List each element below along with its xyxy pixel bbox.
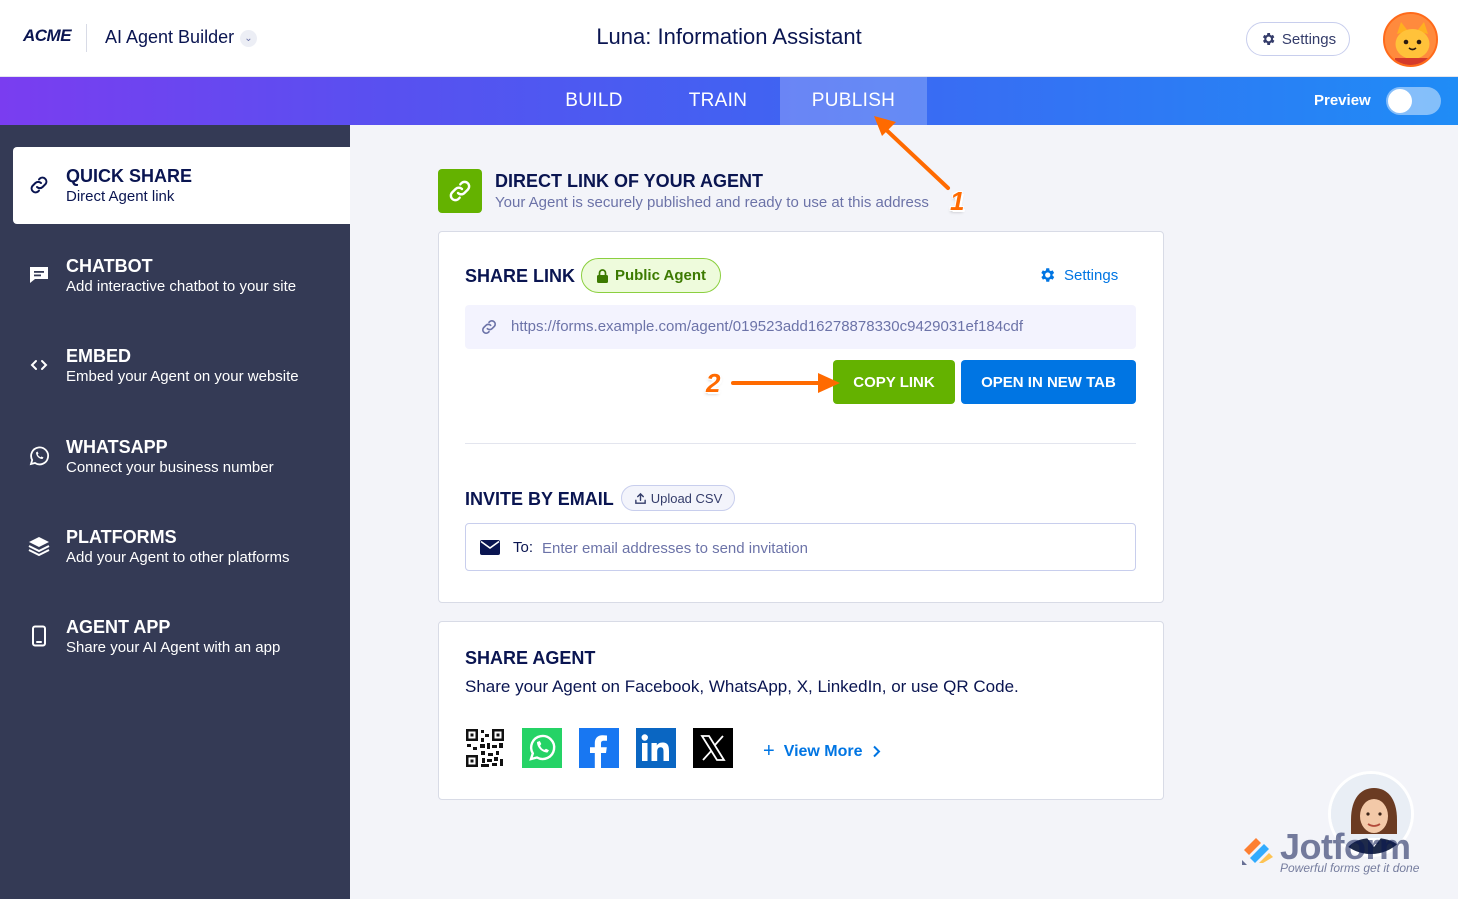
sidebar-item-title: AGENT APP (66, 617, 171, 637)
sidebar-item-quick-share[interactable]: QUICK SHARE Direct Agent link (13, 147, 350, 224)
preview-toggle[interactable] (1386, 87, 1441, 115)
sidebar-item-title: WHATSAPP (66, 437, 168, 457)
annotation-arrow-1 (874, 116, 950, 190)
upload-csv-label: Upload CSV (650, 490, 723, 506)
sidebar-item-title: QUICK SHARE (66, 166, 193, 186)
share-agent-title: SHARE AGENT (465, 648, 596, 668)
direct-link-badge (438, 169, 482, 213)
sidebar-item-title: CHATBOT (66, 256, 153, 276)
email-invite-field[interactable]: To: (465, 523, 1136, 571)
code-icon (30, 360, 48, 370)
open-in-new-tab-button[interactable]: OPEN IN NEW TAB (961, 360, 1136, 404)
gear-icon (1262, 33, 1275, 45)
email-to-label: To: (513, 539, 534, 556)
qr-code-icon[interactable] (465, 728, 505, 768)
sidebar-item-embed[interactable]: EMBED Embed your Agent on your website (13, 327, 350, 404)
toggle-knob (1388, 89, 1412, 113)
annotation-step-1: 1 (950, 186, 965, 216)
chevron-right-icon (872, 745, 880, 758)
sidebar-item-platforms[interactable]: PLATFORMS Add your Agent to other platfo… (13, 508, 350, 585)
public-agent-badge[interactable]: Public Agent (581, 258, 721, 293)
main-navbar: BUILD TRAIN PUBLISH Preview (0, 77, 1458, 125)
whatsapp-icon[interactable] (522, 728, 562, 768)
invite-title: INVITE BY EMAIL (465, 489, 614, 509)
facebook-icon[interactable] (579, 728, 619, 768)
jotform-logo-icon (1242, 838, 1273, 865)
share-url-field[interactable]: https://forms.example.com/agent/019523ad… (465, 305, 1136, 349)
upload-csv-button[interactable]: Upload CSV (621, 485, 735, 511)
phone-icon (32, 625, 46, 647)
publish-sidebar: QUICK SHARE Direct Agent link CHATBOT Ad… (0, 125, 350, 899)
link-icon (449, 180, 471, 202)
email-input[interactable] (542, 536, 1102, 560)
envelope-icon (480, 540, 500, 555)
view-more-label: View More (783, 742, 863, 760)
public-agent-label: Public Agent (614, 267, 707, 284)
share-agent-description: Share your Agent on Facebook, WhatsApp, … (465, 677, 1019, 696)
annotation-step-2: 2 (706, 368, 721, 398)
sidebar-item-subtitle: Share your AI Agent with an app (66, 639, 281, 656)
user-avatar[interactable] (1383, 12, 1438, 67)
link-icon (482, 320, 496, 334)
link-settings-label: Settings (1064, 266, 1119, 284)
lock-icon (596, 268, 608, 283)
sidebar-item-chatbot[interactable]: CHATBOT Add interactive chatbot to your … (13, 237, 350, 314)
sidebar-item-subtitle: Add interactive chatbot to your site (66, 278, 297, 295)
sidebar-item-title: PLATFORMS (66, 527, 177, 547)
copy-link-button[interactable]: COPY LINK (833, 360, 955, 404)
section-title: DIRECT LINK OF YOUR AGENT (495, 171, 764, 191)
gear-icon (1041, 268, 1055, 282)
preview-label: Preview (1314, 92, 1371, 109)
whatsapp-icon (29, 446, 50, 466)
sidebar-item-agent-app[interactable]: AGENT APP Share your AI Agent with an ap… (13, 598, 350, 675)
view-more-link[interactable]: + View More (763, 740, 881, 763)
plus-icon: + (763, 740, 775, 762)
share-url-text[interactable]: https://forms.example.com/agent/019523ad… (511, 318, 1023, 335)
sidebar-item-whatsapp[interactable]: WHATSAPP Connect your business number (13, 418, 350, 495)
share-link-title: SHARE LINK (465, 266, 576, 286)
x-icon[interactable] (693, 728, 733, 768)
sidebar-item-subtitle: Embed your Agent on your website (66, 368, 299, 385)
header-settings-label: Settings (1281, 30, 1337, 48)
upload-icon (634, 492, 646, 504)
layers-icon (28, 537, 50, 557)
page-title: Luna: Information Assistant (596, 24, 862, 49)
header-settings-button[interactable]: Settings (1246, 22, 1350, 56)
card-divider (465, 443, 1136, 444)
linkedin-icon[interactable] (636, 728, 676, 768)
link-icon (30, 176, 48, 194)
sidebar-item-subtitle: Direct Agent link (66, 188, 175, 205)
annotation-arrow-2 (731, 373, 840, 393)
chat-icon (30, 267, 48, 283)
cat-avatar-icon (1385, 14, 1436, 65)
app-header: ACME AI Agent Builder ⌄ Luna: Informatio… (0, 0, 1458, 77)
sidebar-item-subtitle: Connect your business number (66, 459, 274, 476)
tab-train[interactable]: TRAIN (673, 77, 763, 125)
link-settings-button[interactable]: Settings (1038, 266, 1118, 284)
tab-build[interactable]: BUILD (549, 77, 639, 125)
watermark-tagline: Powerful forms get it done (1280, 861, 1420, 875)
sidebar-item-subtitle: Add your Agent to other platforms (66, 549, 290, 566)
sidebar-item-title: EMBED (66, 346, 132, 366)
